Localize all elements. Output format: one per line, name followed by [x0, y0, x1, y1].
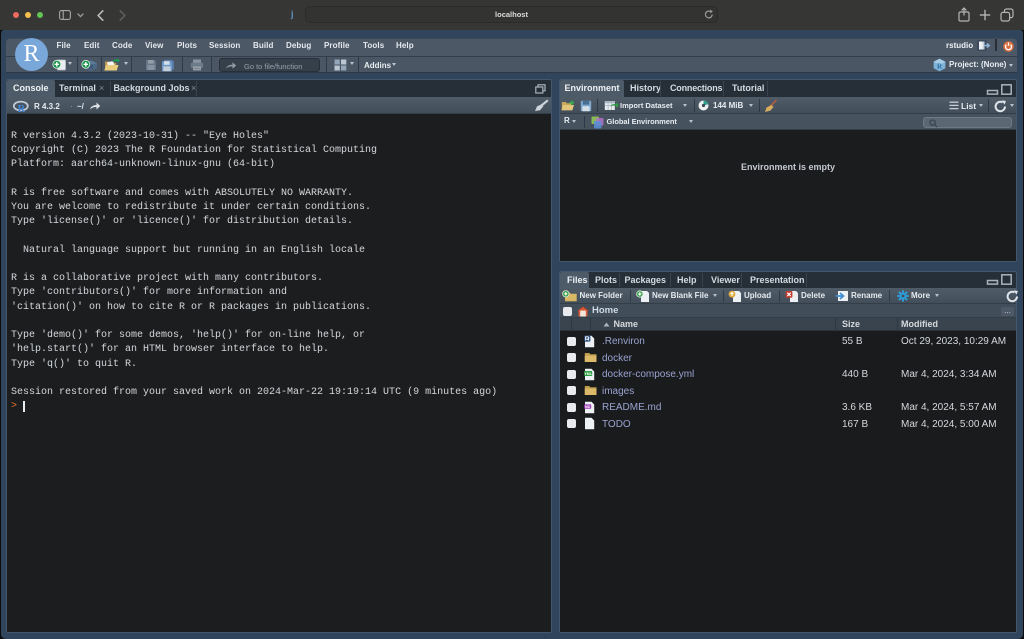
svg-text:MD: MD [585, 404, 591, 408]
svg-text:YML: YML [584, 372, 592, 376]
